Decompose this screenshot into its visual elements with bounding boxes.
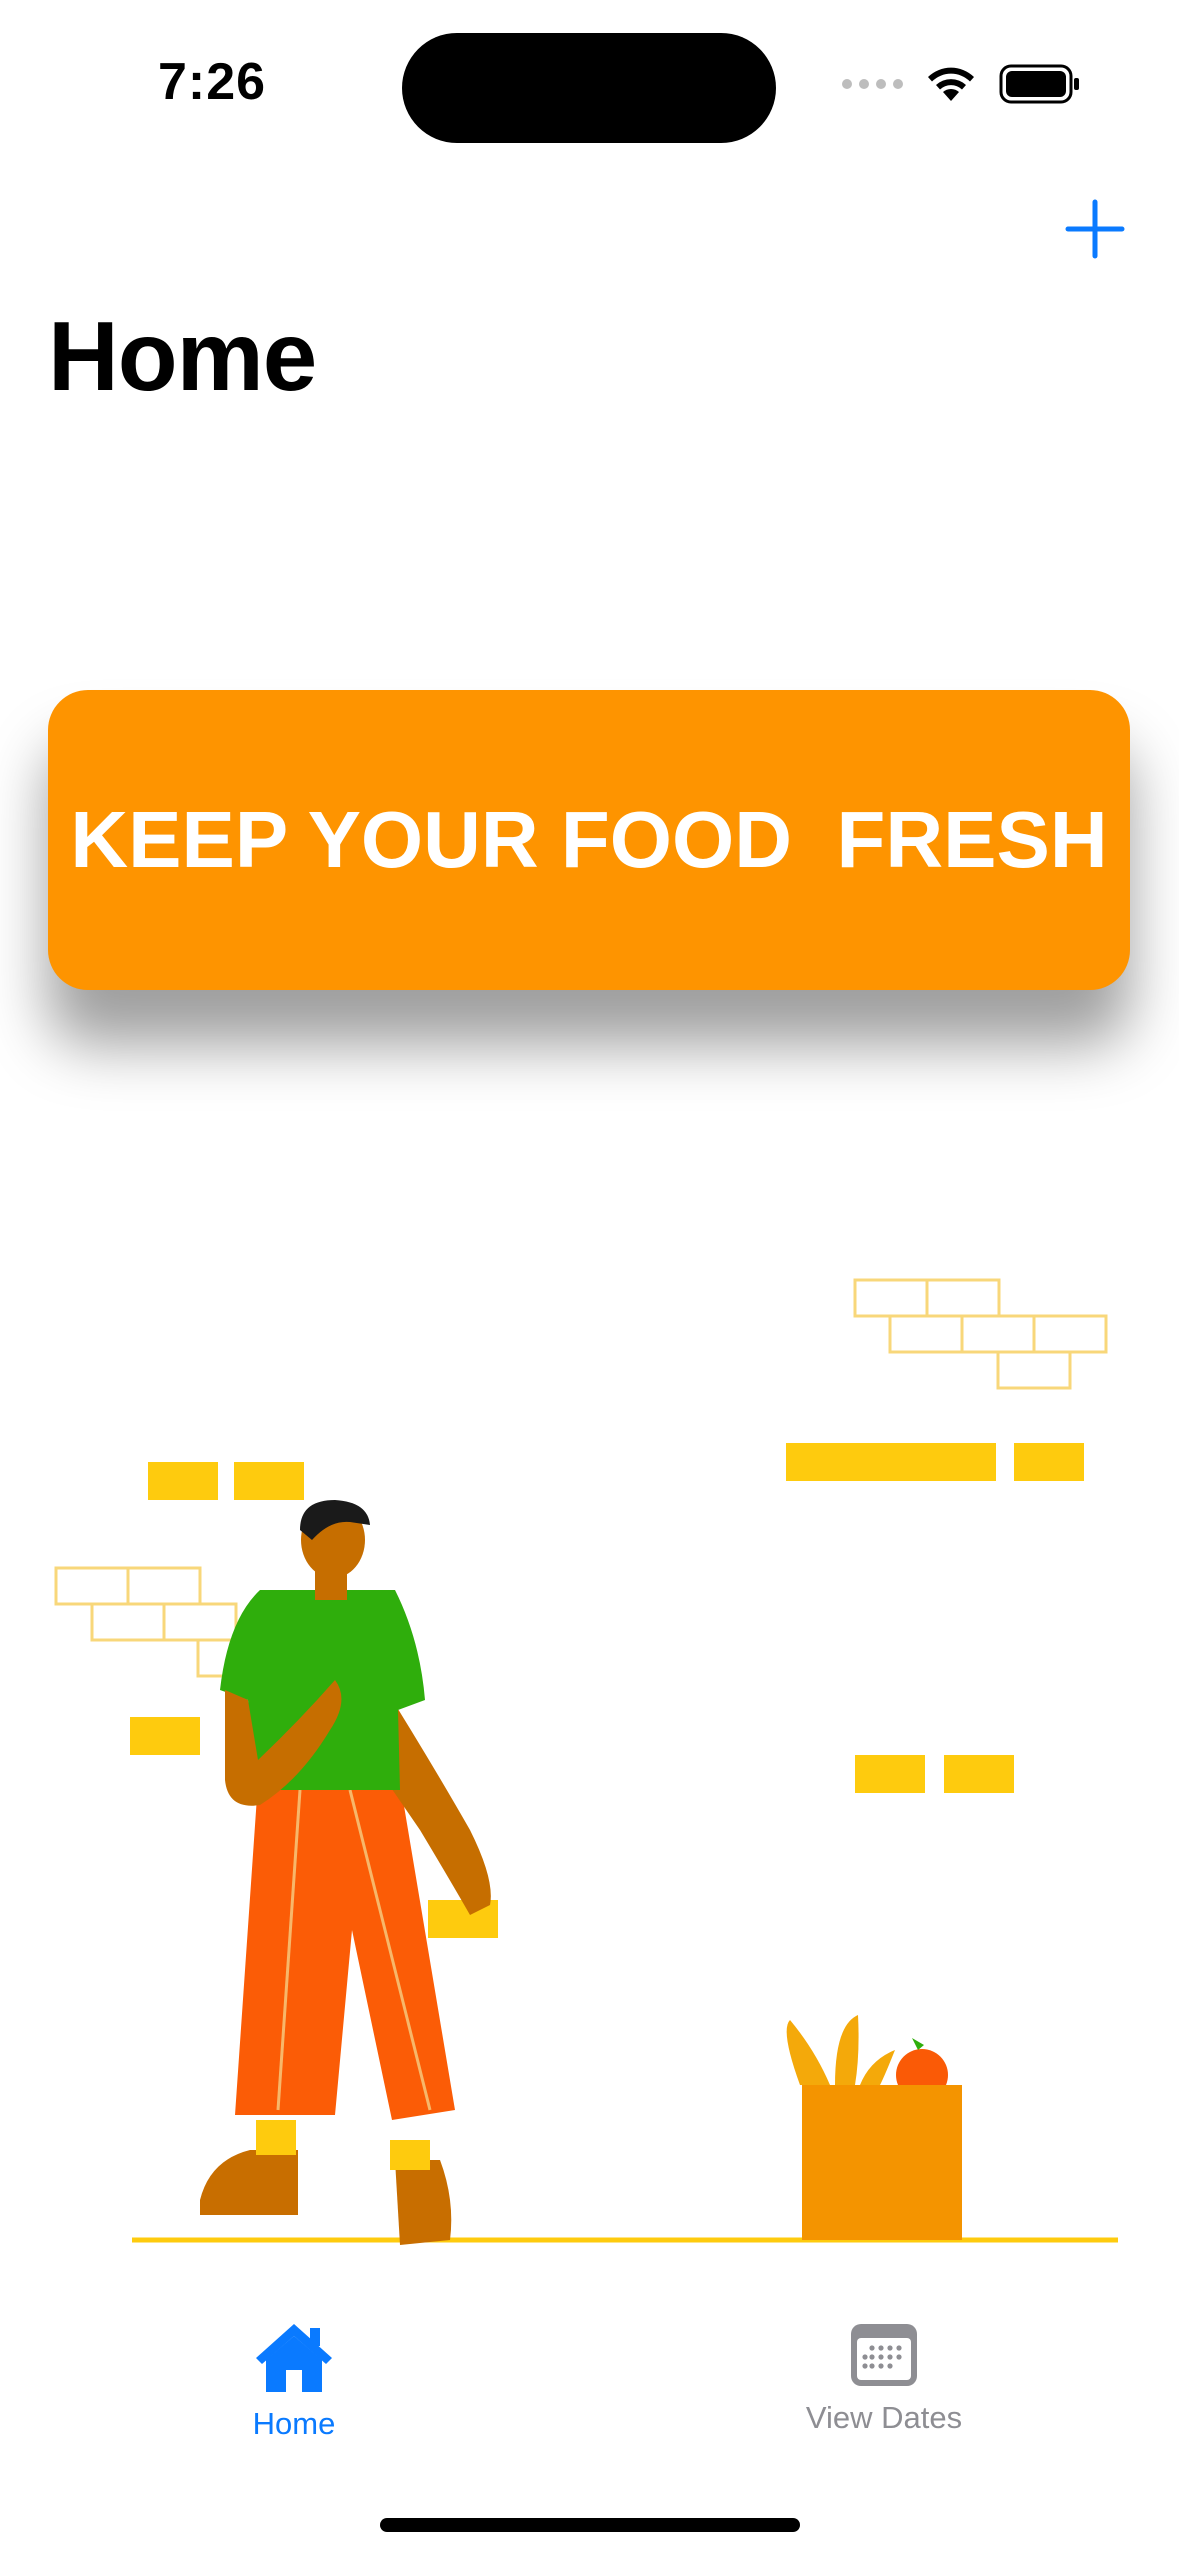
house-icon (256, 2324, 332, 2392)
tab-home[interactable]: Home (164, 2320, 424, 2460)
add-button[interactable] (1062, 196, 1128, 262)
cellular-signal-icon (842, 79, 903, 89)
calendar-icon (851, 2324, 917, 2386)
status-time: 7:26 (158, 53, 267, 111)
fresh-food-banner: KEEP YOUR FOOD FRESH (48, 690, 1130, 990)
tab-view-dates[interactable]: View Dates (754, 2320, 1014, 2460)
page-title: Home (48, 301, 317, 411)
dynamic-island (402, 33, 776, 143)
banner-text: KEEP YOUR FOOD FRESH (70, 795, 1108, 884)
plus-icon (1065, 199, 1125, 259)
tab-bar: Home View Dates (0, 2290, 1179, 2490)
person-groceries-illustration (54, 1278, 1118, 2245)
status-bar: 7:26 (0, 0, 1179, 150)
tab-view-dates-label: View Dates (805, 2400, 963, 2435)
home-indicator[interactable] (380, 2518, 800, 2532)
tab-home-label: Home (252, 2406, 336, 2441)
wifi-icon (928, 67, 974, 101)
status-icons (842, 64, 1081, 104)
battery-icon (999, 64, 1079, 104)
